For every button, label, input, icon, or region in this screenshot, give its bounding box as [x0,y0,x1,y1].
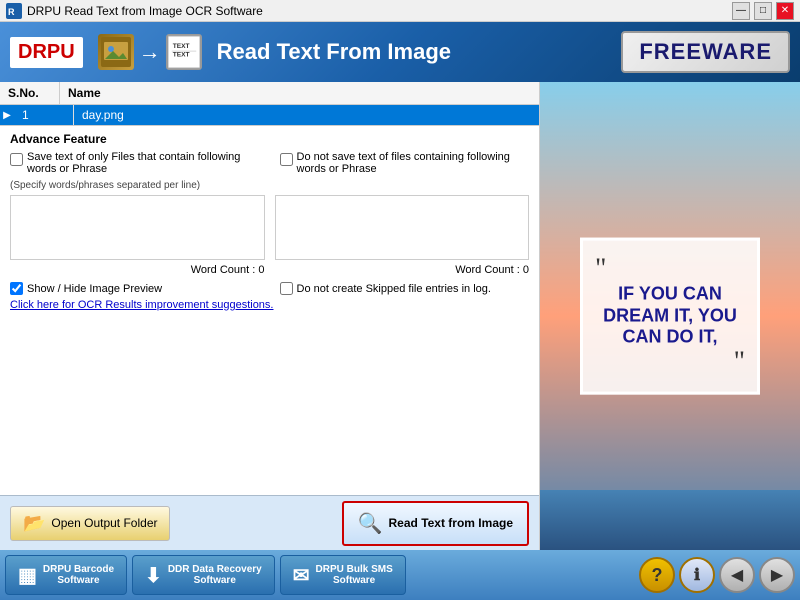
textareas-row [10,195,529,260]
taskbar-ddr-label: DDR Data Recovery Software [168,564,262,586]
header-icons: → TEXT TEXT [98,34,202,70]
checkbox-save-words-input[interactable] [10,153,23,166]
taskbar: ▦ DRPU Barcode Software ⬇ DDR Data Recov… [0,550,800,600]
right-panel: " IF YOU CAN DREAM IT, YOU CAN DO IT, " [540,82,800,550]
checkbox-save-words: Save text of only Files that contain fol… [10,151,260,175]
sms-icon: ✉ [293,563,310,588]
word-count-2: Word Count : 0 [275,264,530,276]
taskbar-right-buttons: ? ℹ ◀ ▶ [639,557,795,593]
header: DRPU → TEXT TEXT Read Text From Image FR… [0,22,800,82]
svg-text:R: R [8,7,15,17]
checkbox-no-save-input[interactable] [280,153,293,166]
show-preview-checkbox[interactable] [10,282,23,295]
taskbar-sms-button[interactable]: ✉ DRPU Bulk SMS Software [280,555,406,595]
freeware-badge: FREEWARE [621,31,790,73]
maximize-button[interactable]: □ [754,2,772,20]
quote-text: IF YOU CAN DREAM IT, YOU CAN DO IT, [595,284,745,349]
check-show-preview: Show / Hide Image Preview [10,282,260,295]
window-controls: — □ ✕ [732,2,794,20]
col-sno-header: S.No. [0,82,60,104]
left-panel: S.No. Name ▶ 1 day.png Advance Feature S… [0,82,540,550]
titlebar: R DRPU Read Text from Image OCR Software… [0,0,800,22]
read-icon: 🔍 [358,511,383,536]
row-arrow: ▶ [0,110,14,121]
window-title: DRPU Read Text from Image OCR Software [27,4,732,18]
table-header: S.No. Name [0,82,539,105]
taskbar-barcode-button[interactable]: ▦ DRPU Barcode Software [5,555,127,595]
word-count-row: Word Count : 0 Word Count : 0 [10,264,529,276]
text-icon: TEXT TEXT [166,34,202,70]
quote-box: " IF YOU CAN DREAM IT, YOU CAN DO IT, " [580,238,760,395]
quote-open: " [595,256,745,284]
read-image-label: Read Text from Image [389,516,513,530]
taskbar-sms-label: DRPU Bulk SMS Software [316,564,393,586]
read-image-button[interactable]: 🔍 Read Text from Image [342,501,529,546]
back-button[interactable]: ◀ [719,557,755,593]
cell-sno: 1 [14,105,74,125]
svg-text:TEXT: TEXT [172,52,189,59]
open-folder-label: Open Output Folder [51,516,157,530]
word-count-1: Word Count : 0 [10,264,265,276]
forward-button[interactable]: ▶ [759,557,795,593]
phrase-textarea-2[interactable] [275,195,530,260]
main-content: S.No. Name ▶ 1 day.png Advance Feature S… [0,82,800,550]
arrow-icon: → [139,39,161,65]
file-table: S.No. Name ▶ 1 day.png [0,82,539,126]
button-bar: 📂 Open Output Folder 🔍 Read Text from Im… [0,495,539,550]
checkbox-no-save-label: Do not save text of files containing fol… [297,151,530,175]
checkboxes-row: Save text of only Files that contain fol… [10,151,529,175]
preview-image: " IF YOU CAN DREAM IT, YOU CAN DO IT, " [540,82,800,550]
check-no-skip: Do not create Skipped file entries in lo… [280,282,530,295]
cell-name: day.png [74,105,132,125]
table-row[interactable]: ▶ 1 day.png [0,105,539,125]
checkbox-save-words-label: Save text of only Files that contain fol… [27,151,260,175]
show-preview-label: Show / Hide Image Preview [27,283,162,295]
minimize-button[interactable]: — [732,2,750,20]
taskbar-barcode-label: DRPU Barcode Software [43,564,114,586]
bottom-checks: Show / Hide Image Preview Do not create … [10,282,529,295]
ddr-icon: ⬇ [145,563,162,588]
col-name-header: Name [60,82,109,104]
help-button[interactable]: ? [639,557,675,593]
phrase-textarea-1[interactable] [10,195,265,260]
taskbar-ddr-button[interactable]: ⬇ DDR Data Recovery Software [132,555,275,595]
advance-title: Advance Feature [10,132,529,146]
drpu-logo: DRPU [10,37,83,68]
barcode-icon: ▦ [18,563,37,588]
no-skip-checkbox[interactable] [280,282,293,295]
close-button[interactable]: ✕ [776,2,794,20]
phrase-hint: (Specify words/phrases separated per lin… [10,180,529,191]
image-icon [98,34,134,70]
ocr-improvement-link[interactable]: Click here for OCR Results improvement s… [10,299,529,311]
header-title: Read Text From Image [217,39,607,65]
folder-icon: 📂 [23,513,45,534]
info-button[interactable]: ℹ [679,557,715,593]
advance-section: Advance Feature Save text of only Files … [0,126,539,495]
checkbox-no-save: Do not save text of files containing fol… [280,151,530,175]
app-icon: R [6,3,22,19]
quote-close: " [595,348,745,376]
water-layer [540,490,800,550]
svg-text:TEXT: TEXT [172,43,189,50]
no-skip-label: Do not create Skipped file entries in lo… [297,283,491,295]
open-folder-button[interactable]: 📂 Open Output Folder [10,506,170,541]
